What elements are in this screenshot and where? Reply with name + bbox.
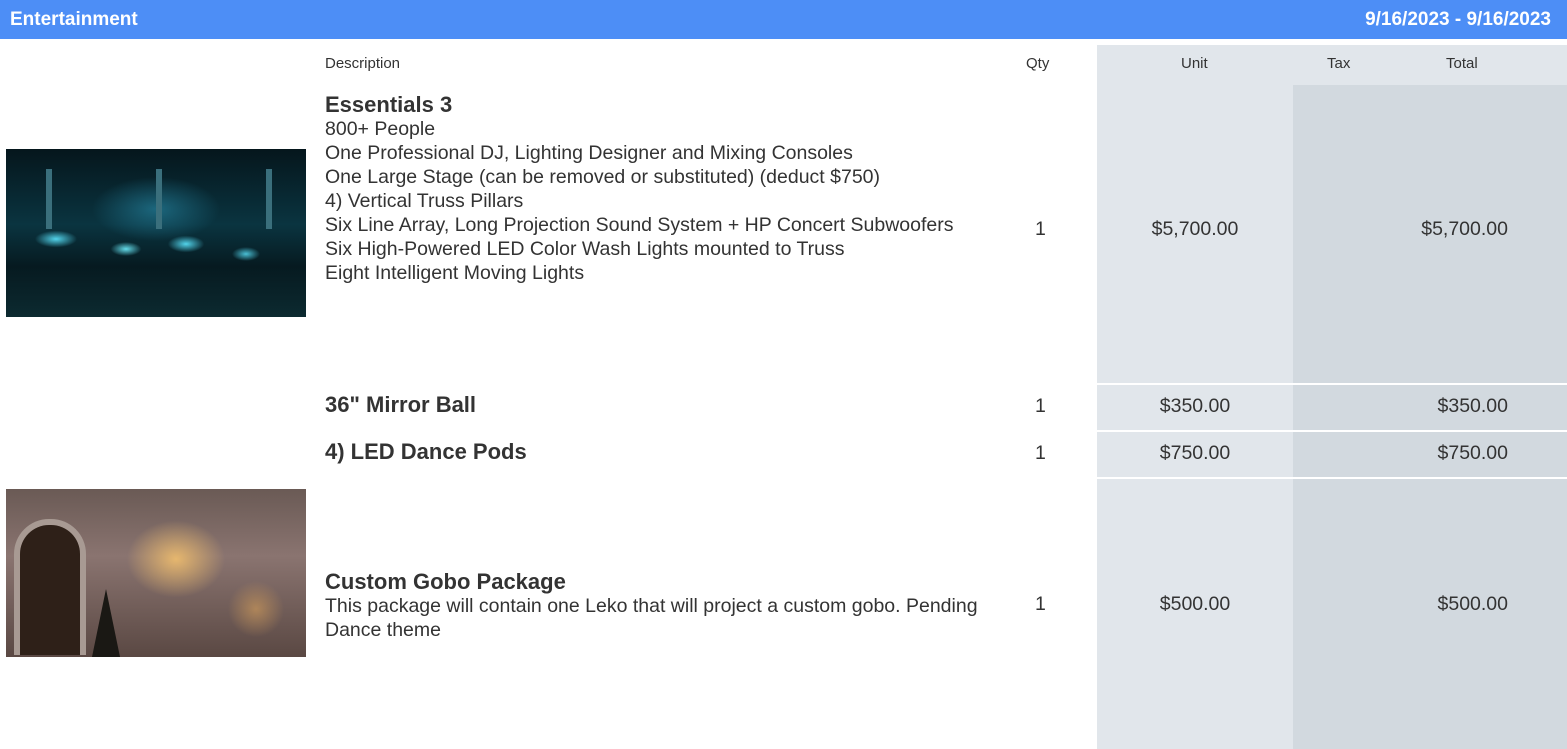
item-qty: 1 <box>1035 442 1046 464</box>
section-header: Entertainment 9/16/2023 - 9/16/2023 <box>0 0 1567 39</box>
item-detail-line: This package will contain one Leko that … <box>325 595 978 641</box>
column-header-qty: Qty <box>1026 55 1050 72</box>
item-unit-price: $750.00 <box>1159 442 1231 464</box>
item-name: 4) LED Dance Pods <box>325 439 527 464</box>
line-item-description: 36" Mirror Ball <box>325 393 476 417</box>
column-header-total: Total <box>1446 55 1478 72</box>
item-unit-price: $500.00 <box>1159 593 1231 615</box>
line-item-description: Essentials 3 800+ People One Professiona… <box>325 93 975 285</box>
item-detail-line: 800+ People <box>325 118 436 140</box>
item-detail-line: Eight Intelligent Moving Lights <box>325 262 585 284</box>
line-item-description: 4) LED Dance Pods <box>325 440 527 464</box>
column-header-description: Description <box>325 55 401 72</box>
row-divider <box>983 383 1567 385</box>
item-name: 36" Mirror Ball <box>325 392 477 417</box>
item-total: $500.00 <box>1437 593 1509 615</box>
line-item-description: Custom Gobo Package This package will co… <box>325 570 985 642</box>
row-divider <box>983 430 1567 432</box>
item-detail-line: Six Line Array, Long Projection Sound Sy… <box>325 214 954 236</box>
item-detail-line: Six High-Powered LED Color Wash Lights m… <box>325 238 845 260</box>
gobo-projection-photo <box>6 489 306 657</box>
concert-crowd-photo <box>6 149 306 317</box>
item-qty: 1 <box>1035 218 1046 240</box>
item-total: $5,700.00 <box>1421 218 1508 240</box>
item-qty: 1 <box>1035 593 1046 615</box>
item-name: Custom Gobo Package <box>325 569 566 594</box>
date-range: 9/16/2023 - 9/16/2023 <box>1365 9 1551 30</box>
item-detail-line: 4) Vertical Truss Pillars <box>325 190 524 212</box>
item-qty: 1 <box>1035 395 1046 417</box>
column-header-tax: Tax <box>1327 55 1351 72</box>
item-detail-line: One Large Stage (can be removed or subst… <box>325 166 880 188</box>
section-title: Entertainment <box>10 9 138 30</box>
item-unit-price: $350.00 <box>1159 395 1231 417</box>
column-header-unit: Unit <box>1181 55 1208 72</box>
item-total: $750.00 <box>1437 442 1509 464</box>
item-total: $350.00 <box>1437 395 1509 417</box>
row-divider <box>983 477 1567 479</box>
item-name: Essentials 3 <box>325 92 453 117</box>
item-detail-line: One Professional DJ, Lighting Designer a… <box>325 142 853 164</box>
item-unit-price: $5,700.00 <box>1151 218 1239 240</box>
